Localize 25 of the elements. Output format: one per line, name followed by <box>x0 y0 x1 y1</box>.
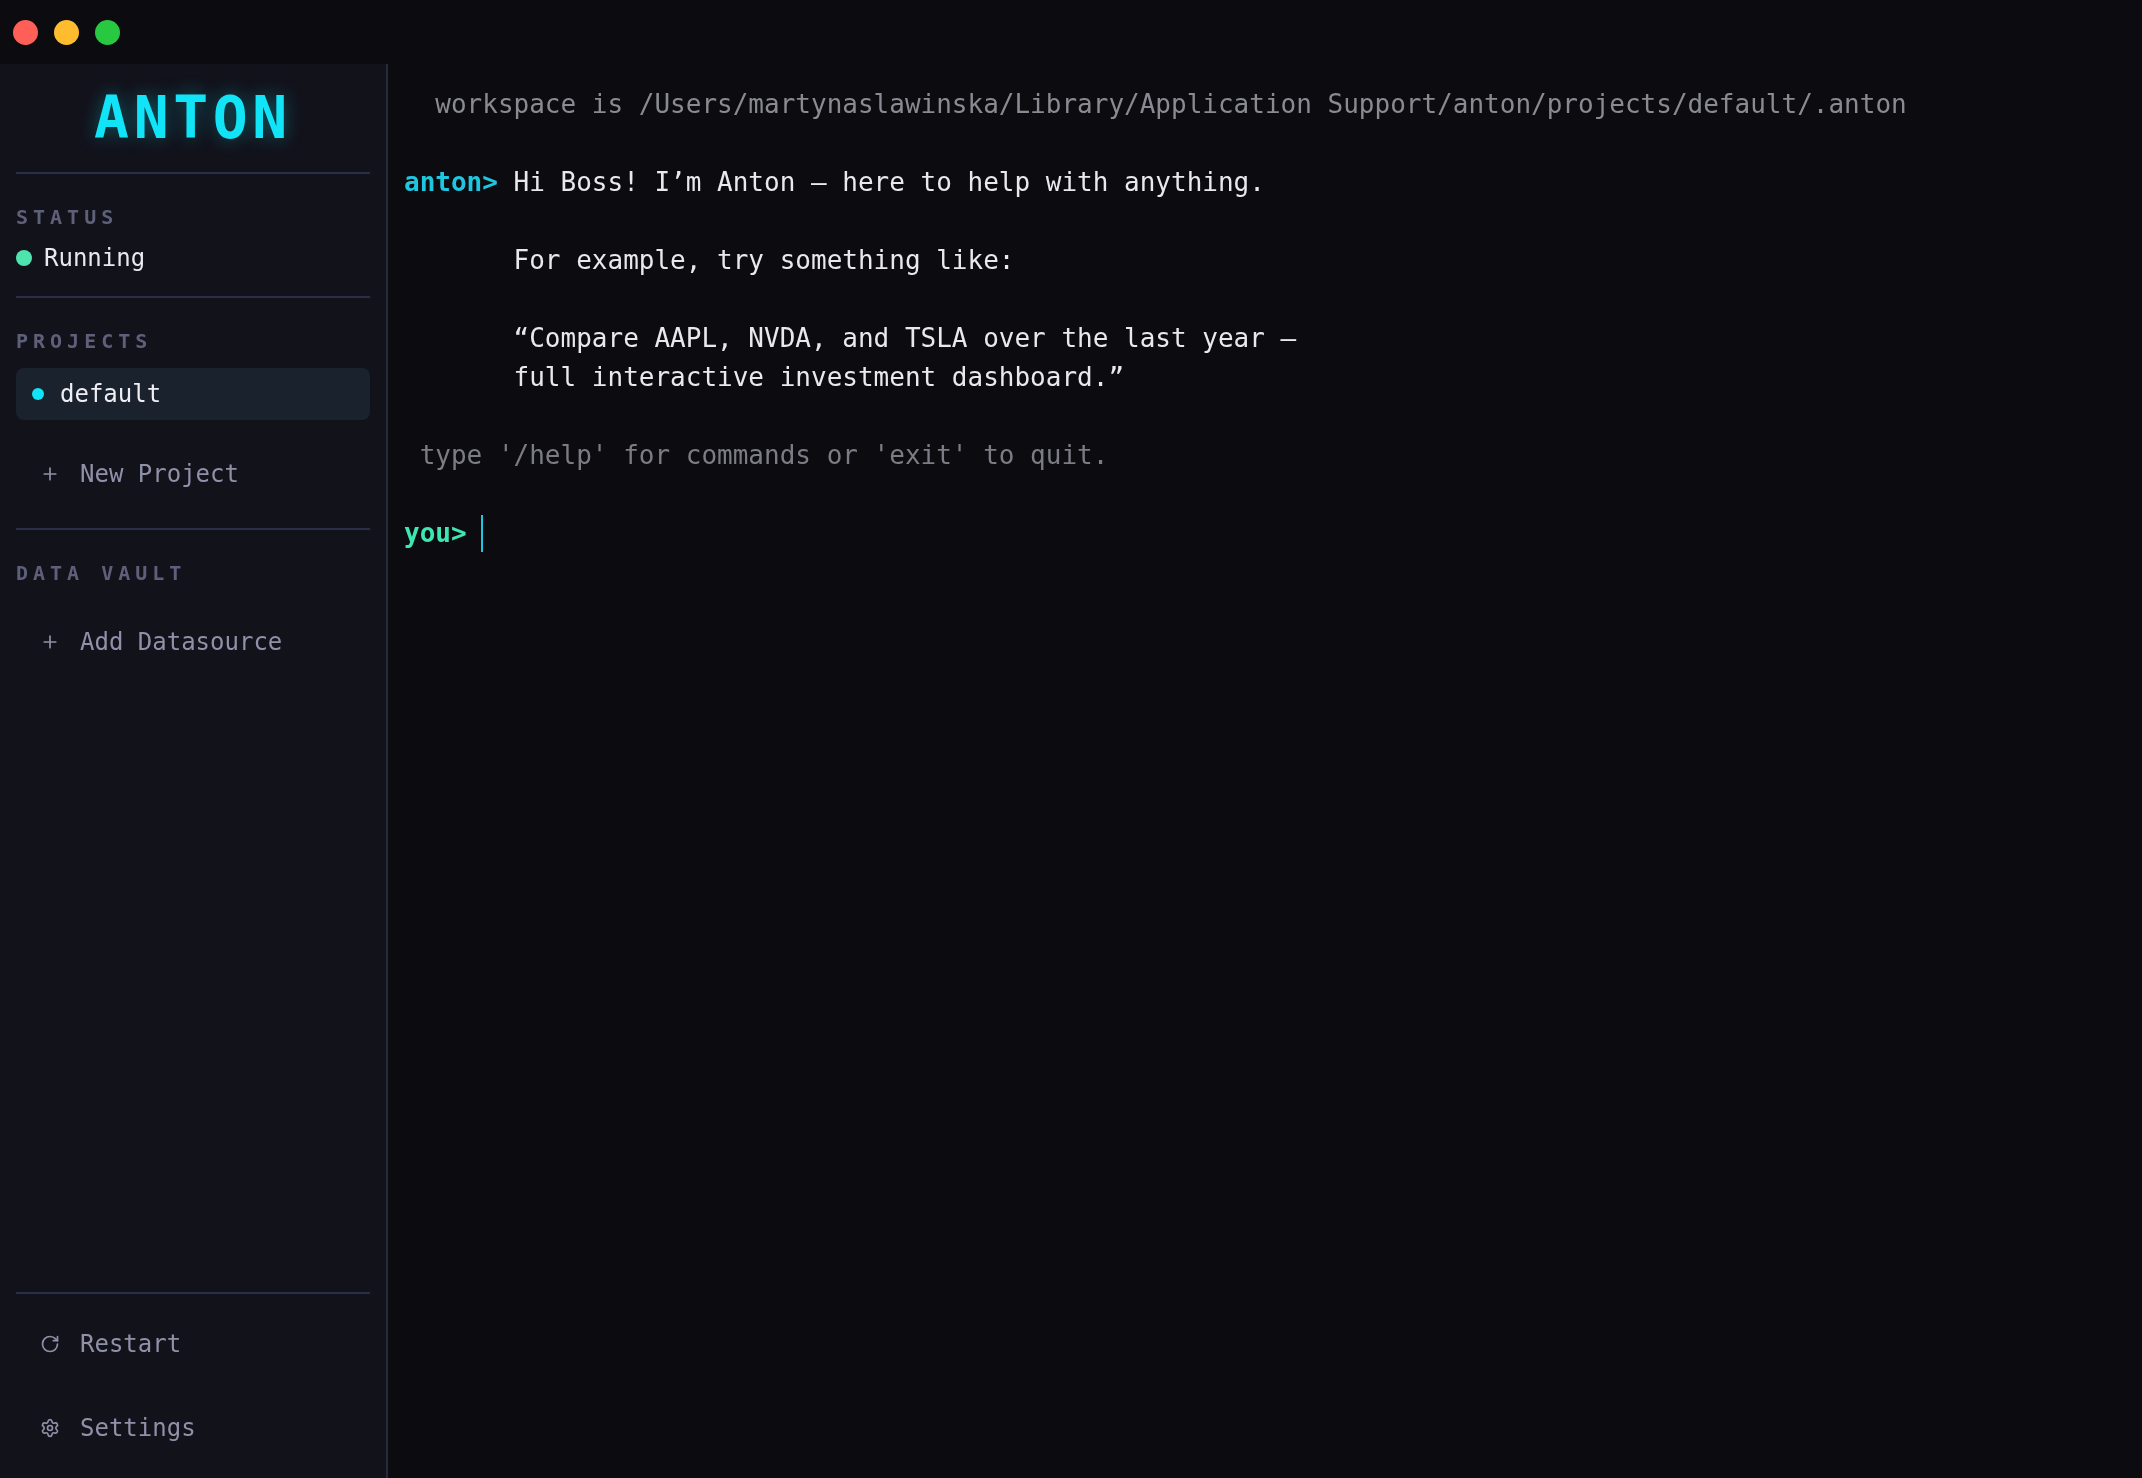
terminal-text: type '/help' for commands or 'exit' to quit. <box>419 439 1109 472</box>
terminal-text: workspace is /Users/martynaslawinska/Library/Application Support/anton/projects/default/.anton <box>435 88 1907 121</box>
minimize-window-button[interactable] <box>54 19 79 45</box>
text-cursor <box>480 515 483 552</box>
settings-button[interactable]: Settings <box>16 1402 220 1454</box>
add-button[interactable]: Add Datasource <box>16 612 307 672</box>
terminal-text: For example, try something like: <box>513 244 1015 277</box>
input-field[interactable] <box>480 514 483 553</box>
prompt-label: anton> <box>404 166 498 199</box>
terminal-text: full interactive investment dashboard.” <box>513 361 1125 394</box>
section-heading: PROJECTS <box>16 328 154 355</box>
restart-button[interactable]: Restart <box>16 1318 206 1370</box>
close-window-button[interactable] <box>13 19 38 45</box>
section-heading: DATA VAULT <box>16 560 188 587</box>
section-heading: STATUS <box>16 204 120 231</box>
settings-icon <box>40 1418 60 1438</box>
terminal-text: Hi Boss! I’m Anton — here to help with anything. <box>513 166 1265 199</box>
zoom-window-button[interactable] <box>95 19 120 45</box>
logo: ANTON <box>94 89 292 147</box>
terminal-text: “Compare AAPL, NVDA, and TSLA over the last year — <box>513 322 1297 355</box>
status-text: Running <box>44 243 146 274</box>
add-button[interactable]: New Project <box>16 444 263 504</box>
restart-icon <box>40 1334 60 1354</box>
input-prompt: you> <box>404 517 467 550</box>
project-item[interactable]: default <box>16 368 370 420</box>
